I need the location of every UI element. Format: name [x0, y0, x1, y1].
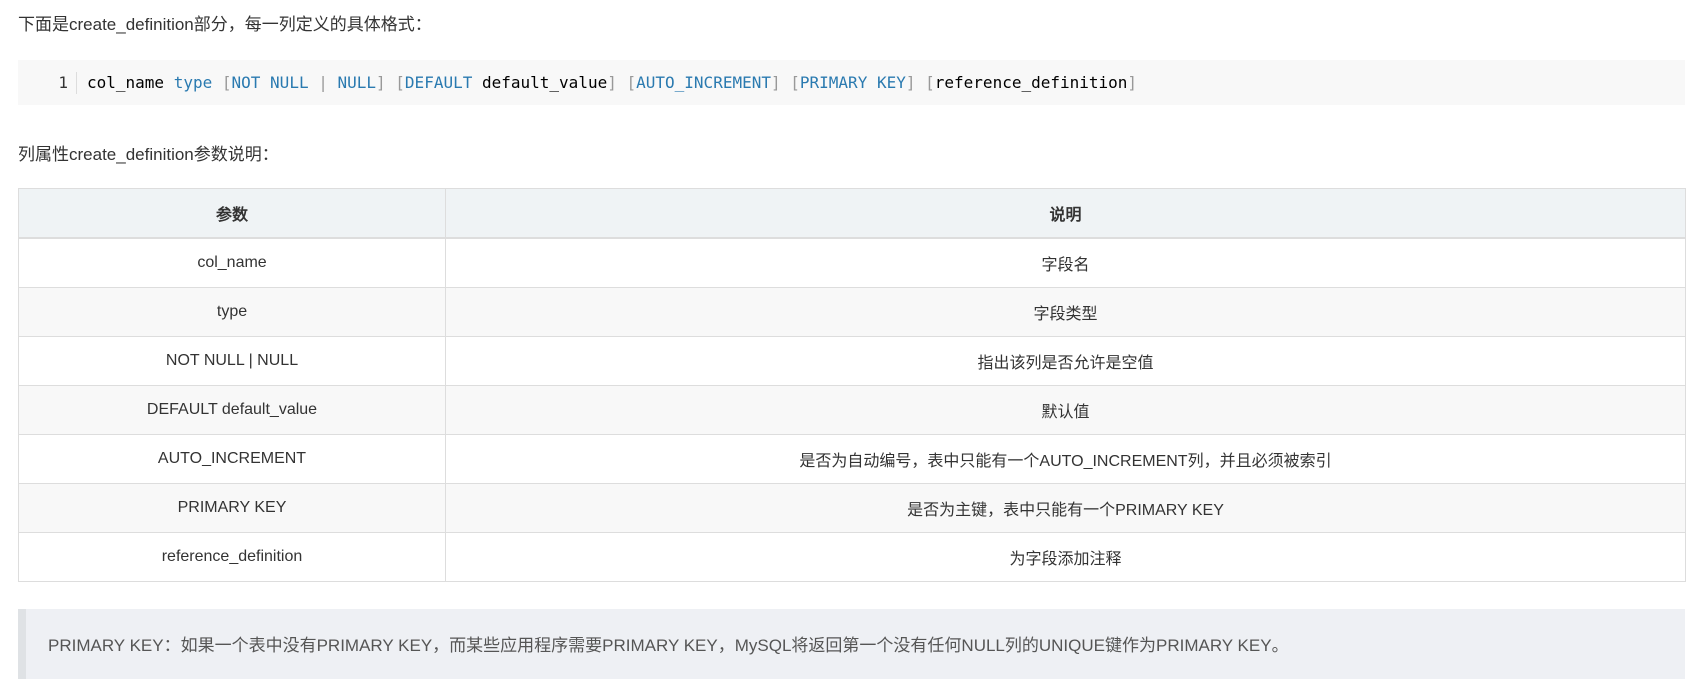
row-parameter: type: [18, 287, 446, 337]
code-token: AUTO_INCREMENT: [636, 73, 771, 92]
row-description: 是否为主键，表中只能有一个PRIMARY KEY: [445, 483, 1686, 533]
row-parameter: PRIMARY KEY: [18, 483, 446, 533]
table-row: AUTO_INCREMENT 是否为自动编号，表中只能有一个AUTO_INCREM…: [18, 434, 1686, 484]
code-token: ] [: [905, 73, 935, 92]
code-token: NOT NULL: [231, 73, 319, 92]
code-token: NULL: [337, 73, 377, 92]
row-parameter: NOT NULL | NULL: [18, 336, 446, 386]
code-token: ] [: [770, 73, 800, 92]
code-token: type: [173, 73, 222, 92]
code-token: |: [318, 73, 338, 92]
code-token: ] [: [607, 73, 637, 92]
header-param: 参数: [18, 188, 446, 239]
table-row: reference_definition 为字段添加注释: [18, 532, 1686, 582]
row-description: 为字段添加注释: [445, 532, 1686, 582]
row-parameter: DEFAULT default_value: [18, 385, 446, 435]
table-header-row: 参数 说明: [18, 188, 1686, 239]
table-row: PRIMARY KEY 是否为主键，表中只能有一个PRIMARY KEY: [18, 483, 1686, 533]
line-number: 1: [18, 71, 77, 94]
table-row: type 字段类型: [18, 287, 1686, 337]
code-block: 1 col_name type [NOT NULL | NULL] [DEFAU…: [18, 60, 1685, 105]
table-row: col_name 字段名: [18, 237, 1686, 288]
row-parameter: AUTO_INCREMENT: [18, 434, 446, 484]
code-token: reference_definition: [934, 73, 1128, 92]
code-token: DEFAULT: [404, 73, 482, 92]
note-blockquote: PRIMARY KEY：如果一个表中没有PRIMARY KEY，而某些应用程序需…: [18, 609, 1685, 679]
row-description: 字段名: [445, 237, 1686, 288]
table-row: DEFAULT default_value 默认值: [18, 385, 1686, 435]
code-token: ]: [1127, 73, 1138, 92]
row-description: 字段类型: [445, 287, 1686, 337]
code-token: default_value: [481, 73, 608, 92]
code-token: [: [221, 73, 232, 92]
code-line: col_name type [NOT NULL | NULL] [DEFAULT…: [87, 73, 1137, 92]
row-description: 是否为自动编号，表中只能有一个AUTO_INCREMENT列，并且必须被索引: [445, 434, 1686, 484]
section-label: 列属性create_definition参数说明：: [18, 145, 279, 164]
code-token: col_name: [87, 73, 174, 92]
row-description: 指出该列是否允许是空值: [445, 336, 1686, 386]
code-token: PRIMARY KEY: [799, 73, 906, 92]
header-desc: 说明: [445, 188, 1686, 239]
code-token: ] [: [376, 73, 405, 92]
row-description: 默认值: [445, 385, 1686, 435]
row-parameter: reference_definition: [18, 532, 446, 582]
row-parameter: col_name: [18, 237, 446, 288]
parameter-table: 参数 说明 col_name 字段名 type 字段类型 NOT NULL | NULL…: [18, 188, 1686, 582]
table-row: NOT NULL | NULL 指出该列是否允许是空值: [18, 336, 1686, 386]
intro-text: 下面是create_definition部分，每一列定义的具体格式：: [18, 15, 432, 34]
